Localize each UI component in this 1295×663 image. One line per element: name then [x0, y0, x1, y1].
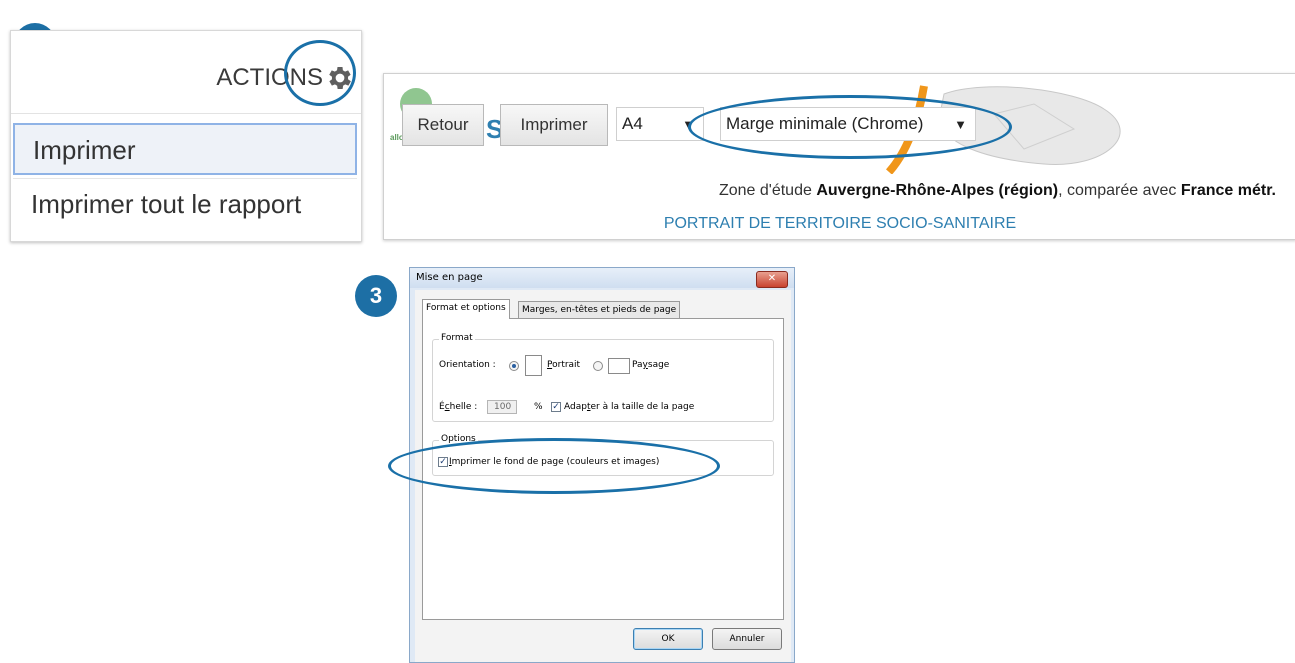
study-zone-line: Zone d'étude Auvergne-Rhône-Alpes (régio…	[719, 182, 1276, 200]
zone-prefix: Zone d'étude	[718, 182, 817, 199]
paper-format-value: A4	[622, 114, 643, 133]
zone-compare: France métr.	[1180, 182, 1276, 199]
highlight-ring-gear	[284, 40, 356, 106]
portrait-title: PORTRAIT DE TERRITOIRE SOCIO-SANITAIRE	[663, 215, 1017, 232]
fit-to-page-label[interactable]: Adapter à la taille de la page	[564, 402, 694, 412]
portrait-label[interactable]: Portrait	[547, 360, 580, 370]
scale-label: Échelle :	[439, 402, 478, 412]
portrait-page-icon	[525, 355, 542, 376]
tab-margins-headers[interactable]: Marges, en-têtes et pieds de page	[518, 301, 681, 319]
format-legend: Format	[439, 333, 475, 343]
highlight-ring-margin	[688, 95, 1012, 159]
print-button[interactable]: Imprimer	[500, 104, 608, 146]
portrait-radio[interactable]	[509, 361, 519, 371]
zone-middle: , comparée avec	[1058, 182, 1181, 199]
cancel-button[interactable]: Annuler	[712, 628, 782, 650]
scale-input[interactable]: 100	[487, 400, 517, 414]
orientation-label: Orientation :	[439, 360, 496, 370]
landscape-radio[interactable]	[593, 361, 603, 371]
step-badge-3: 3	[355, 275, 397, 317]
ok-button[interactable]: OK	[633, 628, 703, 650]
landscape-page-icon	[608, 358, 630, 374]
back-button[interactable]: Retour	[402, 104, 484, 146]
percent-label: %	[534, 402, 543, 412]
dialog-titlebar: Mise en page	[410, 268, 794, 288]
format-group: Format Orientation : Portrait Paysage Éc…	[432, 333, 774, 422]
fit-to-page-checkbox[interactable]: ✓	[551, 402, 561, 412]
tab-format-options[interactable]: Format et options	[422, 299, 510, 319]
dialog-title: Mise en page	[416, 272, 483, 283]
menu-item-print-full-report[interactable]: Imprimer tout le rapport	[13, 178, 357, 230]
highlight-ring-background-option	[388, 438, 720, 494]
menu-item-print[interactable]: Imprimer	[13, 123, 357, 175]
landscape-label[interactable]: Paysage	[632, 360, 669, 370]
close-icon[interactable]: ✕	[756, 271, 788, 288]
zone-region: Auvergne-Rhône-Alpes (région)	[816, 182, 1059, 199]
